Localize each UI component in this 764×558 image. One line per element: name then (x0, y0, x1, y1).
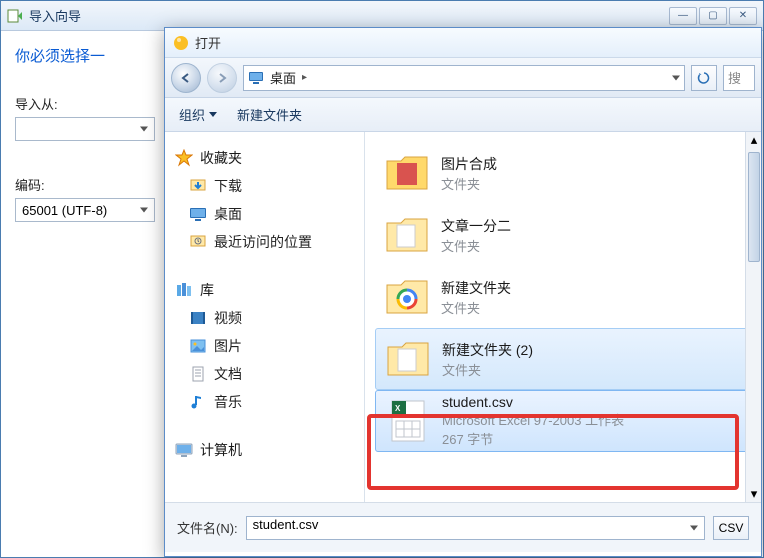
sidebar-item-recent[interactable]: 最近访问的位置 (171, 228, 358, 256)
sidebar-favorites[interactable]: 收藏夹 (171, 144, 358, 172)
folder-icon (383, 273, 431, 321)
sidebar-item-label: 库 (200, 280, 214, 300)
toolbar: 组织 新建文件夹 (165, 98, 761, 132)
sidebar-item-label: 收藏夹 (200, 148, 242, 168)
video-icon (189, 309, 207, 327)
file-name: 新建文件夹 (2) (442, 340, 533, 360)
file-size: 267 字节 (442, 429, 624, 448)
search-input[interactable]: 搜 (723, 65, 755, 91)
sidebar-item-downloads[interactable]: 下载 (171, 172, 358, 200)
sidebar-item-desktop[interactable]: 桌面 (171, 200, 358, 228)
encoding-dropdown[interactable]: 65001 (UTF-8) (15, 198, 155, 222)
file-name: 图片合成 (441, 154, 497, 174)
sidebar-item-label: 计算机 (200, 440, 242, 460)
library-icon (175, 281, 193, 299)
file-type: Microsoft Excel 97-2003 工作表 (442, 410, 624, 429)
sidebar-item-label: 下载 (214, 176, 242, 196)
open-dialog-title: 打开 (195, 33, 221, 52)
import-from-dropdown[interactable] (15, 117, 155, 141)
file-name: student.csv (442, 394, 624, 410)
scroll-up-icon[interactable]: ▴ (746, 132, 761, 148)
csv-file-icon: X (384, 397, 432, 445)
sidebar-computer[interactable]: 计算机 (171, 436, 358, 464)
file-item[interactable]: 新建文件夹 (2) 文件夹 (375, 328, 751, 390)
encoding-value: 65001 (UTF-8) (22, 203, 107, 218)
file-type: 文件夹 (441, 236, 511, 255)
filetype-label: CSV (719, 521, 744, 535)
svg-text:X: X (395, 404, 401, 413)
new-folder-label: 新建文件夹 (237, 105, 302, 124)
window-controls: — ▢ ✕ (669, 7, 757, 25)
scrollbar-thumb[interactable] (748, 152, 760, 262)
download-icon (189, 177, 207, 195)
filename-row: 文件名(N): student.csv CSV (165, 502, 761, 552)
import-wizard-icon (7, 8, 23, 24)
file-name: 文章一分二 (441, 216, 511, 236)
documents-icon (189, 365, 207, 383)
desktop-icon (189, 205, 207, 223)
file-item-selected[interactable]: X student.csv Microsoft Excel 97-2003 工作… (375, 390, 751, 452)
filename-input[interactable]: student.csv (246, 516, 705, 540)
file-type: 文件夹 (441, 298, 511, 317)
computer-icon (175, 441, 193, 459)
organize-menu[interactable]: 组织 (179, 105, 217, 124)
pictures-icon (189, 337, 207, 355)
sidebar-item-label: 桌面 (214, 204, 242, 224)
sidebar-item-label: 图片 (214, 336, 242, 356)
organize-label: 组织 (179, 105, 205, 124)
minimize-button[interactable]: — (669, 7, 697, 25)
file-item[interactable]: 图片合成 文件夹 (375, 142, 751, 204)
desktop-icon (248, 70, 264, 86)
open-dialog-titlebar[interactable]: 打开 (165, 28, 761, 58)
file-open-dialog: 打开 桌面 ▸ 搜 组织 新建文件夹 (164, 27, 762, 557)
navigation-sidebar: 收藏夹 下载 桌面 最近访问的位置 库 视频 (165, 132, 365, 502)
back-button[interactable] (171, 63, 201, 93)
sidebar-libraries[interactable]: 库 (171, 276, 358, 304)
chevron-down-icon (209, 112, 217, 117)
open-dialog-icon (173, 35, 189, 51)
folder-icon (383, 149, 431, 197)
recent-icon (189, 233, 207, 251)
sidebar-item-pictures[interactable]: 图片 (171, 332, 358, 360)
music-icon (189, 393, 207, 411)
maximize-button[interactable]: ▢ (699, 7, 727, 25)
sidebar-item-label: 音乐 (214, 392, 242, 412)
scroll-down-icon[interactable]: ▾ (746, 486, 761, 502)
address-arrow-icon: ▸ (302, 72, 307, 83)
sidebar-item-label: 视频 (214, 308, 242, 328)
file-type: 文件夹 (442, 360, 533, 379)
filetype-dropdown[interactable]: CSV (713, 516, 749, 540)
sidebar-item-videos[interactable]: 视频 (171, 304, 358, 332)
file-item[interactable]: 文章一分二 文件夹 (375, 204, 751, 266)
file-item[interactable]: 新建文件夹 文件夹 (375, 266, 751, 328)
refresh-button[interactable] (691, 65, 717, 91)
sidebar-item-label: 最近访问的位置 (214, 232, 312, 252)
new-folder-button[interactable]: 新建文件夹 (237, 105, 302, 124)
close-button[interactable]: ✕ (729, 7, 757, 25)
folder-icon (383, 211, 431, 259)
sidebar-item-documents[interactable]: 文档 (171, 360, 358, 388)
file-type: 文件夹 (441, 174, 497, 193)
address-text: 桌面 (270, 68, 296, 87)
filename-value: student.csv (253, 517, 319, 532)
address-dropdown-icon[interactable] (672, 75, 680, 80)
search-placeholder: 搜 (728, 68, 741, 87)
filename-label: 文件名(N): (177, 518, 238, 537)
scrollbar[interactable]: ▴ ▾ (745, 132, 761, 502)
star-icon (175, 149, 193, 167)
file-name: 新建文件夹 (441, 278, 511, 298)
address-bar[interactable]: 桌面 ▸ (243, 65, 685, 91)
file-list: ▴ ▾ 图片合成 文件夹 文章一分二 文件夹 (365, 132, 761, 502)
dialog-content: 收藏夹 下载 桌面 最近访问的位置 库 视频 (165, 132, 761, 502)
navigation-bar: 桌面 ▸ 搜 (165, 58, 761, 98)
import-wizard-title: 导入向导 (29, 6, 669, 25)
sidebar-item-label: 文档 (214, 364, 242, 384)
sidebar-item-music[interactable]: 音乐 (171, 388, 358, 416)
folder-icon (384, 335, 432, 383)
forward-button[interactable] (207, 63, 237, 93)
